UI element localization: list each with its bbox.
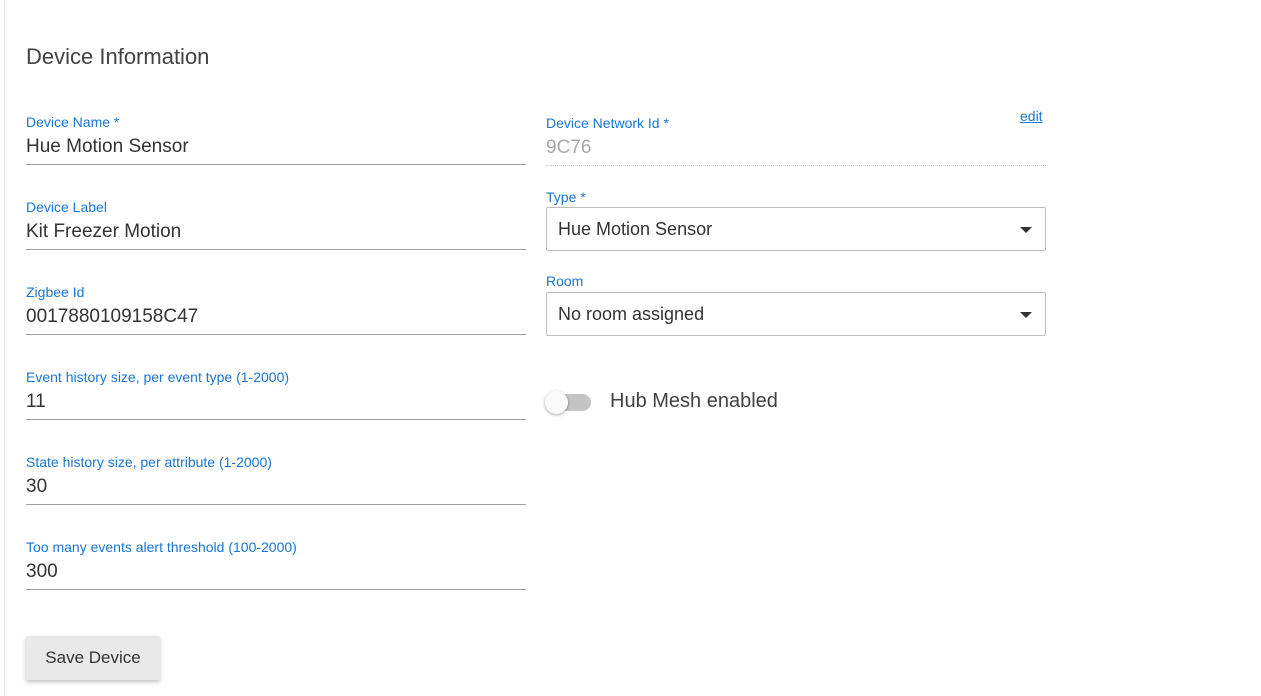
- toggle-knob: [545, 391, 568, 414]
- save-device-button[interactable]: Save Device: [26, 636, 160, 680]
- type-selected-value: Hue Motion Sensor: [558, 219, 713, 239]
- zigbee-id-field[interactable]: Zigbee Id 0017880109158C47: [26, 284, 526, 335]
- device-network-id-field: Device Network Id * 9C76: [546, 115, 1046, 166]
- event-history-size-input[interactable]: 11: [26, 390, 526, 420]
- hub-mesh-toggle[interactable]: [545, 390, 591, 414]
- device-network-id-input: 9C76: [546, 136, 1046, 166]
- event-history-size-field[interactable]: Event history size, per event type (1-20…: [26, 369, 526, 420]
- type-select[interactable]: Hue Motion Sensor: [546, 207, 1046, 251]
- section-title: Device Information: [26, 44, 210, 69]
- chevron-down-icon: [1020, 227, 1032, 233]
- state-history-size-field[interactable]: State history size, per attribute (1-200…: [26, 454, 526, 505]
- hub-mesh-label: Hub Mesh enabled: [610, 390, 778, 412]
- type-label: Type *: [546, 189, 586, 205]
- state-history-size-input[interactable]: 30: [26, 475, 526, 505]
- device-network-id-label: Device Network Id *: [546, 115, 669, 131]
- zigbee-id-input[interactable]: 0017880109158C47: [26, 305, 526, 335]
- alert-threshold-label: Too many events alert threshold (100-200…: [26, 539, 297, 555]
- chevron-down-icon: [1020, 312, 1032, 318]
- device-name-label: Device Name *: [26, 114, 120, 130]
- alert-threshold-input[interactable]: 300: [26, 560, 526, 590]
- state-history-size-label: State history size, per attribute (1-200…: [26, 454, 272, 470]
- room-label: Room: [546, 273, 584, 289]
- device-name-input[interactable]: Hue Motion Sensor: [26, 135, 526, 165]
- event-history-size-label: Event history size, per event type (1-20…: [26, 369, 290, 385]
- device-name-field[interactable]: Device Name * Hue Motion Sensor: [26, 114, 526, 165]
- room-selected-value: No room assigned: [558, 304, 705, 324]
- zigbee-id-label: Zigbee Id: [26, 284, 85, 300]
- alert-threshold-field[interactable]: Too many events alert threshold (100-200…: [26, 539, 526, 590]
- device-label-input[interactable]: Kit Freezer Motion: [26, 220, 526, 250]
- edit-network-id-link[interactable]: edit: [1020, 108, 1043, 124]
- device-label-label: Device Label: [26, 199, 107, 215]
- room-select[interactable]: No room assigned: [546, 292, 1046, 336]
- device-information-panel: Device Information Device Name * Hue Mot…: [4, 0, 1261, 696]
- device-label-field[interactable]: Device Label Kit Freezer Motion: [26, 199, 526, 250]
